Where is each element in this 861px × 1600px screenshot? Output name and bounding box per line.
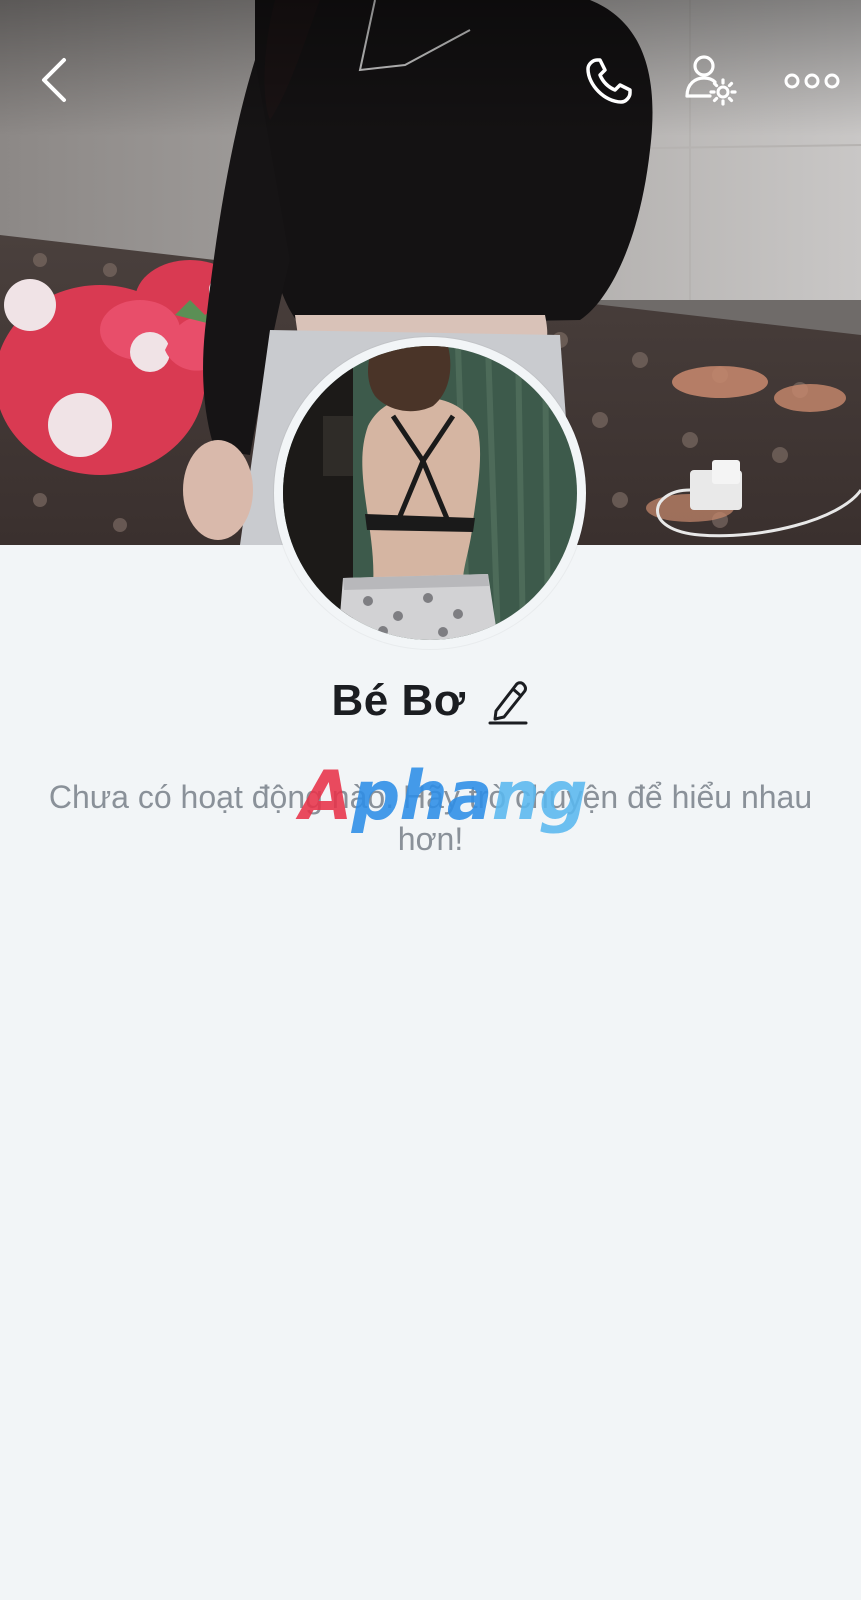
edit-name-button[interactable] [484,676,530,726]
user-gear-icon [685,55,737,106]
ellipsis-icon [784,73,840,89]
call-button[interactable] [580,52,638,110]
profile-name: Bé Bơ [331,676,466,725]
more-options-button[interactable] [778,52,846,110]
avatar-photo [283,346,577,640]
phone-icon [586,58,632,104]
empty-activity-message: Chưa có hoạt động nào. Hãy trò chuyện để… [48,779,813,857]
back-button[interactable] [26,52,82,108]
profile-settings-button[interactable] [682,52,740,110]
chevron-left-icon [42,58,66,102]
pencil-icon [488,681,528,725]
avatar [283,346,577,640]
avatar-frame[interactable] [274,337,586,649]
profile-name-row: Bé Bơ [0,670,861,732]
profile-header [0,0,861,160]
